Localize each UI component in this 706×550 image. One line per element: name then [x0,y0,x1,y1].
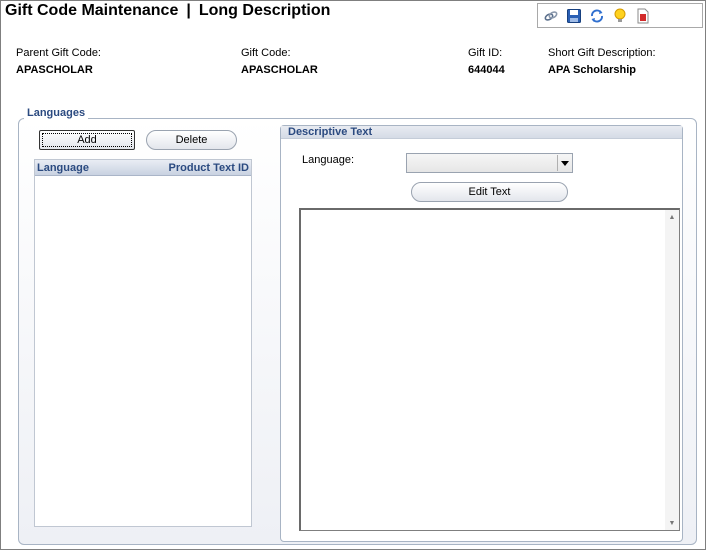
page-title-sub: Long Description [198,2,331,19]
add-button[interactable]: Add [39,130,135,150]
textarea-scrollbar[interactable]: ▲ ▼ [665,210,679,530]
dropdown-arrow-icon[interactable] [557,155,571,171]
languages-legend: Languages [24,107,89,119]
parent-gift-code-value: APASCHOLAR [16,64,93,76]
gift-id-label: Gift ID: [468,47,503,59]
scroll-up-icon[interactable]: ▲ [665,211,679,223]
short-description-value: APA Scholarship [548,64,637,76]
column-language[interactable]: Language [37,162,89,174]
parent-gift-code-label: Parent Gift Code: [16,47,101,59]
lightbulb-icon[interactable] [611,7,629,25]
gift-code-label: Gift Code: [241,47,291,59]
title-separator: | [186,2,191,19]
page-title: Gift Code Maintenance | Long Description [5,2,330,20]
gift-id-value: 644044 [468,64,505,76]
languages-list[interactable]: Language Product Text ID [34,159,252,527]
language-label: Language: [302,154,354,166]
descriptive-text-title: Descriptive Text [281,126,682,139]
toolbar [537,3,703,28]
link-icon[interactable] [542,7,560,25]
edit-text-button[interactable]: Edit Text [411,182,568,202]
gift-code-value: APASCHOLAR [241,64,318,76]
language-select[interactable] [406,153,573,173]
refresh-icon[interactable] [588,7,606,25]
delete-button[interactable]: Delete [146,130,237,150]
document-icon[interactable] [634,7,652,25]
scroll-down-icon[interactable]: ▼ [665,517,679,529]
long-description-textarea[interactable]: ▲ ▼ [299,208,680,531]
column-product-text-id[interactable]: Product Text ID [169,162,249,174]
languages-list-header: Language Product Text ID [35,160,251,176]
short-description-label: Short Gift Description: [548,47,656,59]
save-icon[interactable] [565,7,583,25]
page-title-main: Gift Code Maintenance [5,2,179,19]
